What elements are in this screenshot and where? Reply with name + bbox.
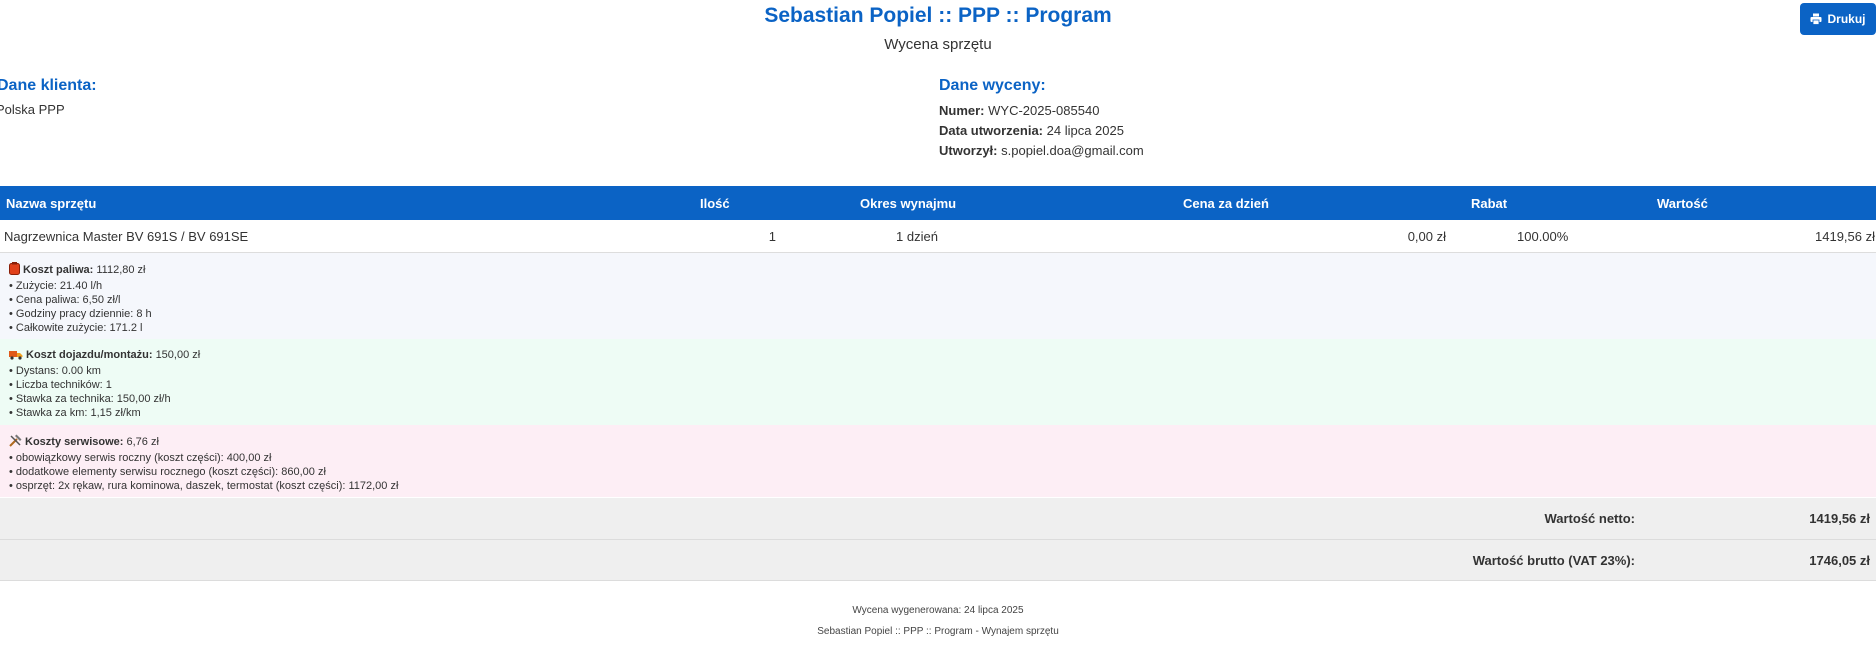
cell-value: 1419,56 zł (1585, 220, 1876, 253)
footer-generated: Wycena wygenerowana: 24 lipca 2025 (852, 605, 1024, 616)
equipment-table: Nazwa sprzętu Ilość Okres wynajmu Cena z… (0, 186, 1876, 253)
quote-number-label: Numer: (939, 103, 985, 118)
col-header-value: Wartość (1585, 186, 1876, 220)
transport-cost-block: Koszt dojazdu/montażu: 150,00 zł • Dysta… (0, 339, 1876, 425)
print-button[interactable]: Drukuj (1800, 3, 1876, 35)
service-cost-header: Koszty serwisowe: 6,76 zł (9, 434, 1876, 451)
transport-detail-line: • Dystans: 0.00 km (9, 365, 101, 377)
cell-qty: 1 (700, 220, 780, 253)
fuel-can-icon (9, 262, 20, 279)
quote-number: Numer: WYC-2025-085540 (939, 103, 1099, 118)
quote-date-value: 24 lipca 2025 (1046, 123, 1124, 138)
col-header-discount: Rabat (1450, 186, 1585, 220)
fuel-detail-line: • Cena paliwa: 6,50 zł/l (9, 294, 121, 306)
cell-price: 0,00 zł (1040, 220, 1450, 253)
gross-total-value: 1746,05 zł (1809, 553, 1870, 568)
printer-icon (1810, 13, 1822, 25)
net-total-value: 1419,56 zł (1809, 511, 1870, 526)
fuel-detail-line: • Godziny pracy dziennie: 8 h (9, 308, 152, 320)
service-detail-line: • osprzęt: 2x rękaw, rura kominowa, dasz… (9, 480, 399, 492)
page-title: Sebastian Popiel :: PPP :: Program (764, 4, 1112, 27)
quote-heading: Dane wyceny: (939, 77, 1046, 94)
gross-total-label: Wartość brutto (VAT 23%): (1472, 553, 1635, 568)
fuel-cost-block: Koszt paliwa: 1112,80 zł • Zużycie: 21.4… (0, 253, 1876, 339)
quote-page: Sebastian Popiel :: PPP :: Program Wycen… (0, 0, 1876, 660)
quote-number-value: WYC-2025-085540 (988, 103, 1100, 118)
transport-cost-header: Koszt dojazdu/montażu: 150,00 zł (9, 348, 1876, 364)
table-row: Nagrzewnica Master BV 691S / BV 691SE 1 … (0, 220, 1876, 253)
print-button-label: Drukuj (1827, 12, 1866, 26)
truck-icon (9, 349, 23, 364)
col-header-qty: Ilość (700, 186, 780, 220)
quote-date: Data utworzenia: 24 lipca 2025 (939, 123, 1124, 138)
cell-name: Nagrzewnica Master BV 691S / BV 691SE (0, 220, 700, 253)
fuel-cost-value: 1112,80 zł (96, 264, 146, 276)
transport-cost-label: Koszt dojazdu/montażu: (26, 349, 153, 361)
table-header-row: Nazwa sprzętu Ilość Okres wynajmu Cena z… (0, 186, 1876, 220)
quote-author-label: Utworzył: (939, 143, 998, 158)
fuel-cost-label: Koszt paliwa: (23, 264, 94, 276)
client-name: Polska PPP (0, 102, 65, 117)
transport-detail-line: • Liczba techników: 1 (9, 379, 112, 391)
fuel-cost-header: Koszt paliwa: 1112,80 zł (9, 262, 1876, 279)
tools-icon (9, 434, 22, 451)
footer-brand: Sebastian Popiel :: PPP :: Program - Wyn… (817, 626, 1059, 637)
client-heading: Dane klienta: (0, 77, 97, 94)
gross-total-row: Wartość brutto (VAT 23%): 1746,05 zł (0, 540, 1876, 581)
service-detail-line: • dodatkowe elementy serwisu rocznego (k… (9, 466, 326, 478)
col-header-price: Cena za dzień (1040, 186, 1450, 220)
service-cost-block: Koszty serwisowe: 6,76 zł • obowiązkowy … (0, 425, 1876, 497)
page-subtitle: Wycena sprzętu (884, 36, 992, 53)
transport-detail-line: • Stawka za km: 1,15 zł/km (9, 407, 141, 419)
cell-period: 1 dzień (780, 220, 1040, 253)
net-total-row: Wartość netto: 1419,56 zł (0, 498, 1876, 540)
col-header-name: Nazwa sprzętu (0, 186, 700, 220)
quote-author: Utworzył: s.popiel.doa@gmail.com (939, 143, 1144, 158)
cell-discount: 100.00% (1450, 220, 1585, 253)
quote-author-value: s.popiel.doa@gmail.com (1001, 143, 1144, 158)
service-detail-line: • obowiązkowy serwis roczny (koszt częśc… (9, 452, 272, 464)
fuel-detail-line: • Zużycie: 21.40 l/h (9, 280, 103, 292)
service-cost-label: Koszty serwisowe: (25, 436, 124, 448)
service-cost-value: 6,76 zł (126, 436, 159, 448)
net-total-label: Wartość netto: (1544, 511, 1635, 526)
col-header-period: Okres wynajmu (780, 186, 1040, 220)
fuel-detail-line: • Całkowite zużycie: 171.2 l (9, 322, 143, 334)
transport-detail-line: • Stawka za technika: 150,00 zł/h (9, 393, 171, 405)
transport-cost-value: 150,00 zł (155, 349, 201, 361)
quote-date-label: Data utworzenia: (939, 123, 1044, 138)
